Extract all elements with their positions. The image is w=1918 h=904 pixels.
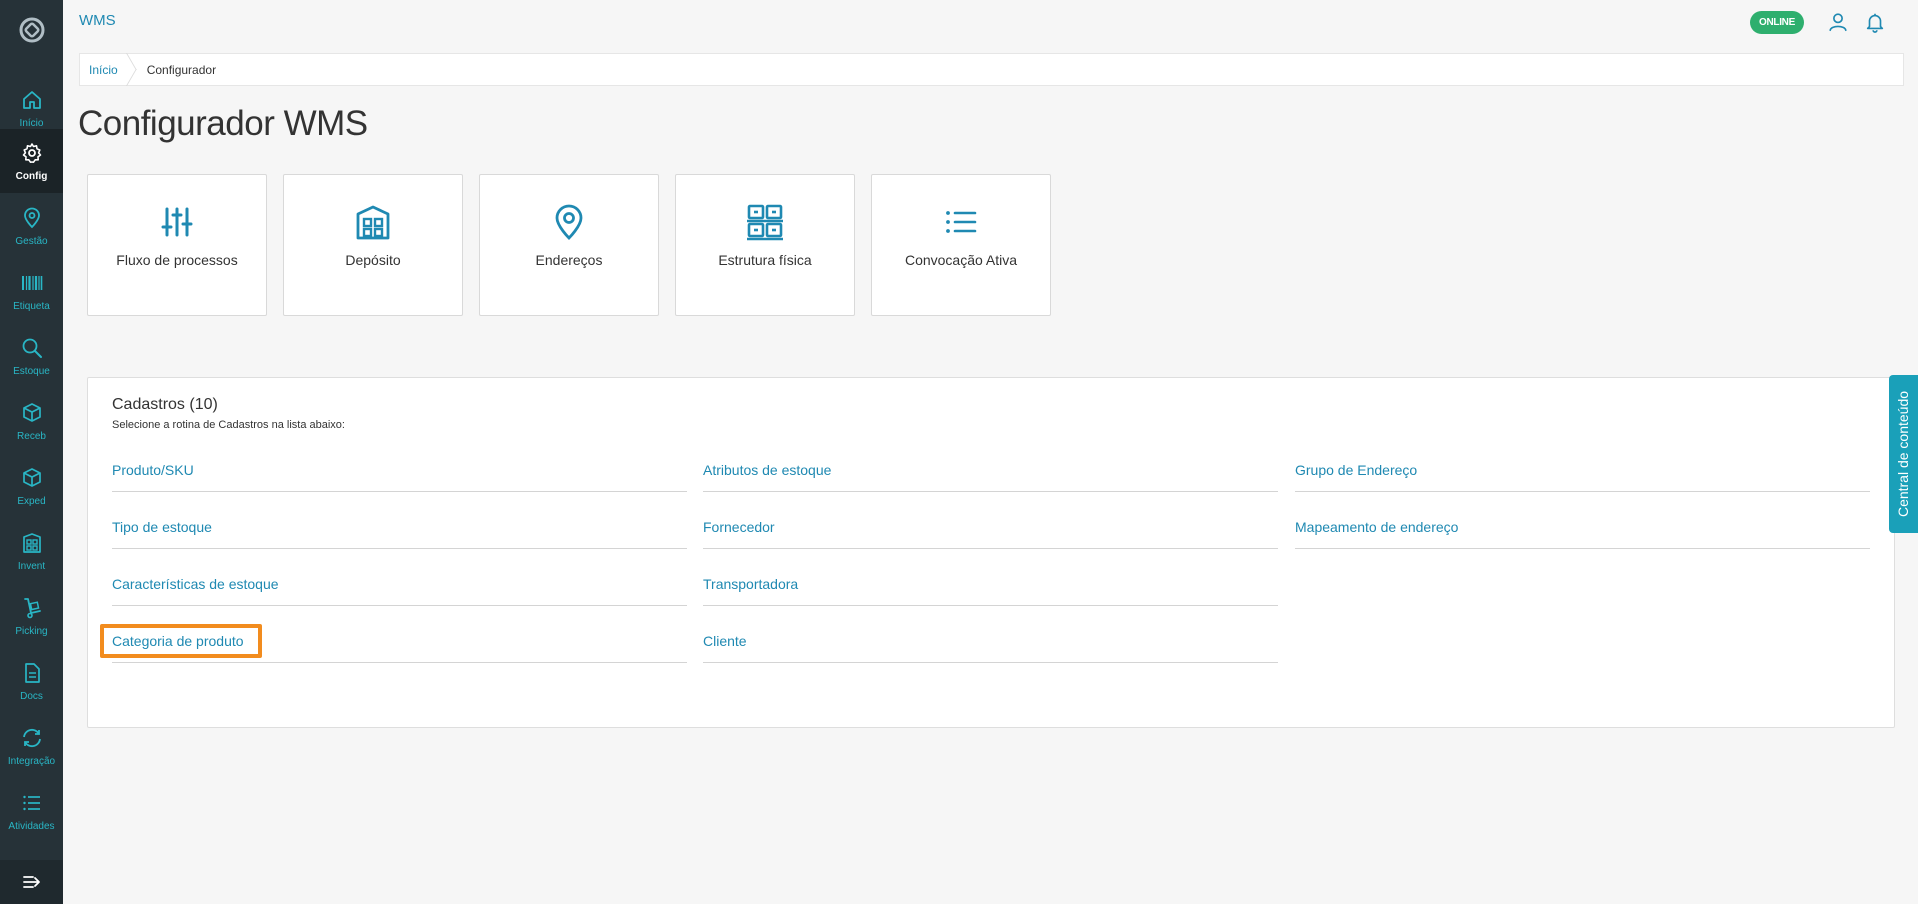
gear-icon <box>22 142 41 163</box>
user-button[interactable] <box>1826 10 1850 34</box>
card-estrutura-fisica[interactable]: Estrutura física <box>675 174 855 316</box>
divider <box>703 548 1278 549</box>
divider <box>703 491 1278 492</box>
sidebar: Início Config Gestão Etiqueta Estoque Re… <box>0 0 63 904</box>
building-icon <box>22 532 41 553</box>
central-de-conteudo-tab[interactable]: Central de conteúdo <box>1889 375 1918 533</box>
link-produto-sku[interactable]: Produto/SKU <box>112 462 194 484</box>
sidebar-item-picking[interactable]: Picking <box>0 584 63 648</box>
cadastros-subtitle: Selecione a rotina de Cadastros na lista… <box>112 419 345 431</box>
collapse-menu-icon <box>22 876 40 888</box>
sidebar-item-integracao[interactable]: Integração <box>0 714 63 778</box>
box-in-icon <box>22 402 41 422</box>
sidebar-item-config[interactable]: Config <box>0 129 63 193</box>
user-icon <box>1829 13 1847 32</box>
card-convocacao-ativa[interactable]: Convocação Ativa <box>871 174 1051 316</box>
sidebar-item-invent[interactable]: Invent <box>0 519 63 583</box>
breadcrumb-current: Configurador <box>146 62 217 77</box>
divider <box>112 662 687 663</box>
page-title: Configurador WMS <box>78 104 368 143</box>
sidebar-item-docs[interactable]: Docs <box>0 649 63 713</box>
app-title: WMS <box>79 12 116 29</box>
card-fluxo-de-processos[interactable]: Fluxo de processos <box>87 174 267 316</box>
location-pin-icon <box>23 207 40 228</box>
divider <box>1295 491 1870 492</box>
shelves-icon <box>747 204 783 241</box>
list-icon <box>22 795 40 810</box>
sidebar-item-gestao[interactable]: Gestão <box>0 194 63 258</box>
card-enderecos[interactable]: Endereços <box>479 174 659 316</box>
sidebar-item-label: Atividades <box>8 820 55 832</box>
sidebar-item-label: Integração <box>7 755 56 767</box>
divider <box>703 605 1278 606</box>
app-logo[interactable] <box>0 0 63 60</box>
divider <box>112 491 687 492</box>
divider <box>112 548 687 549</box>
link-fornecedor[interactable]: Fornecedor <box>703 519 775 541</box>
logo-icon <box>19 17 44 43</box>
bell-icon <box>1866 13 1884 33</box>
sidebar-item-label: Invent <box>17 560 46 572</box>
search-icon <box>22 338 42 358</box>
sync-icon <box>22 728 41 747</box>
sidebar-item-label: Exped <box>17 495 46 507</box>
card-label: Endereços <box>535 252 603 268</box>
list-icon <box>946 211 977 233</box>
side-tab-label: Central de conteúdo <box>1895 390 1912 518</box>
sidebar-collapse-button[interactable] <box>0 860 63 904</box>
link-atributos-de-estoque[interactable]: Atributos de estoque <box>703 462 831 484</box>
breadcrumb: Início Configurador <box>79 53 1904 86</box>
cadastros-title: Cadastros (10) <box>112 396 218 413</box>
highlight-box <box>100 624 262 658</box>
link-transportadora[interactable]: Transportadora <box>703 576 798 598</box>
document-icon <box>24 662 40 683</box>
card-label: Estrutura física <box>718 252 812 268</box>
breadcrumb-home-link[interactable]: Início <box>80 63 128 77</box>
sidebar-item-label: Etiqueta <box>13 300 50 312</box>
hand-truck-icon <box>23 597 41 618</box>
link-caracteristicas-de-estoque[interactable]: Características de estoque <box>112 576 279 598</box>
link-tipo-de-estoque[interactable]: Tipo de estoque <box>112 519 212 541</box>
sidebar-item-label: Início <box>19 117 44 129</box>
cadastros-panel: Cadastros (10) Selecione a rotina de Cad… <box>87 377 1895 728</box>
sidebar-item-etiqueta[interactable]: Etiqueta <box>0 259 63 323</box>
sidebar-item-estoque[interactable]: Estoque <box>0 324 63 388</box>
sidebar-item-label: Docs <box>20 690 43 702</box>
divider <box>1295 548 1870 549</box>
divider <box>112 605 687 606</box>
sidebar-item-exped[interactable]: Exped <box>0 454 63 518</box>
barcode-icon <box>21 275 42 290</box>
sidebar-item-receb[interactable]: Receb <box>0 389 63 453</box>
sidebar-item-atividades[interactable]: Atividades <box>0 779 63 843</box>
breadcrumb-separator <box>128 53 138 86</box>
card-deposito[interactable]: Depósito <box>283 174 463 316</box>
notifications-button[interactable] <box>1863 10 1887 34</box>
warehouse-icon <box>356 205 390 240</box>
location-pin-icon <box>555 204 583 240</box>
box-out-icon <box>22 467 41 487</box>
online-status-badge: ONLINE <box>1750 11 1804 34</box>
config-cards: Fluxo de processos Depósito Endereços Es… <box>87 174 1051 316</box>
sliders-icon <box>161 207 193 237</box>
sidebar-item-label: Receb <box>17 430 46 442</box>
sidebar-item-label: Estoque <box>13 365 50 377</box>
link-grupo-de-endereco[interactable]: Grupo de Endereço <box>1295 462 1417 484</box>
card-label: Depósito <box>345 252 401 268</box>
card-label: Convocação Ativa <box>904 252 1018 268</box>
sidebar-item-label: Gestão <box>15 235 48 247</box>
link-mapeamento-de-endereco[interactable]: Mapeamento de endereço <box>1295 519 1458 541</box>
link-cliente[interactable]: Cliente <box>703 633 747 655</box>
sidebar-item-label: Config <box>15 170 48 182</box>
card-label: Fluxo de processos <box>116 252 238 268</box>
sidebar-item-label: Picking <box>15 625 48 637</box>
home-icon <box>22 90 41 109</box>
divider <box>703 662 1278 663</box>
